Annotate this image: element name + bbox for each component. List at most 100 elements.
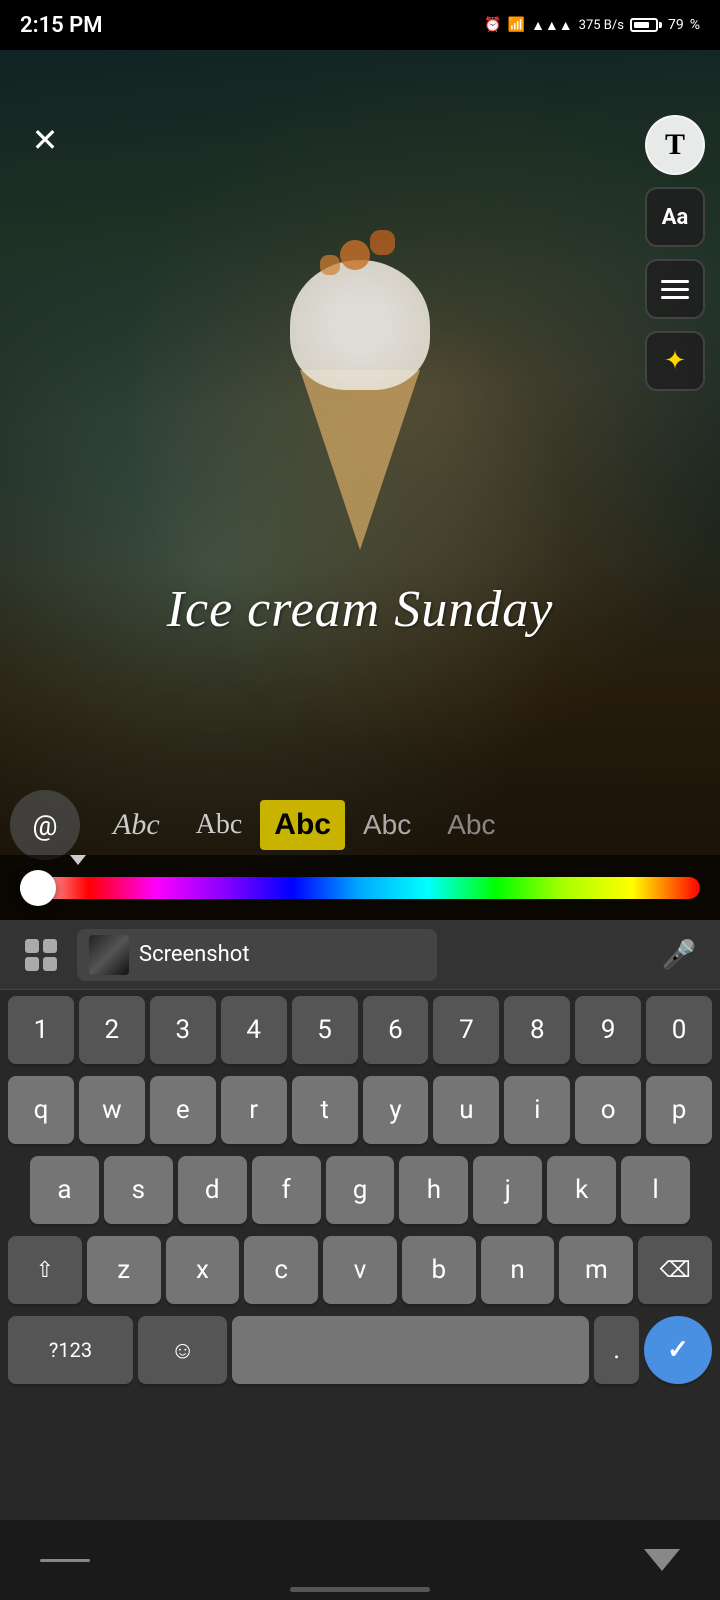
- key-2[interactable]: 2: [79, 996, 145, 1064]
- key-p[interactable]: p: [646, 1076, 712, 1144]
- key-t[interactable]: t: [292, 1076, 358, 1144]
- key-3[interactable]: 3: [150, 996, 216, 1064]
- key-0[interactable]: 0: [646, 996, 712, 1064]
- font-sans-label: Abc: [363, 809, 411, 841]
- mic-icon: 🎤: [662, 938, 697, 971]
- key-l[interactable]: l: [621, 1156, 690, 1224]
- ai-effects-button[interactable]: ✦: [645, 331, 705, 391]
- battery-text: 375 B/s: [579, 18, 624, 33]
- font-serif-label: Abc: [113, 808, 160, 842]
- key-z[interactable]: z: [87, 1236, 161, 1304]
- key-k[interactable]: k: [547, 1156, 616, 1224]
- backspace-key[interactable]: ⌫: [638, 1236, 712, 1304]
- nav-line[interactable]: [40, 1559, 90, 1562]
- font-cursive-label: Abc: [196, 809, 243, 841]
- key-d[interactable]: d: [178, 1156, 247, 1224]
- color-slider[interactable]: [20, 877, 700, 899]
- key-s[interactable]: s: [104, 1156, 173, 1224]
- suggestion-thumbnail: [89, 935, 129, 975]
- grid-icon: [25, 939, 57, 971]
- key-m[interactable]: m: [559, 1236, 633, 1304]
- editor-area: ✕ T Aa ✦ Ice cream Sunday @ Abc Abc: [0, 50, 720, 920]
- enter-icon: ✓: [667, 1335, 689, 1365]
- sparkle-icon: ✦: [664, 346, 686, 376]
- font-selector-indicator: [70, 855, 86, 865]
- key-u[interactable]: u: [433, 1076, 499, 1144]
- text-T-icon: T: [665, 128, 685, 162]
- font-option-cursive[interactable]: Abc: [178, 801, 261, 849]
- suggestion-preview[interactable]: Screenshot: [77, 929, 437, 981]
- align-icon: [661, 280, 689, 299]
- signal-icon: ▲▲▲: [531, 17, 573, 34]
- font-style-selector: @ Abc Abc Abc Abc Abc: [0, 790, 720, 860]
- battery-percent: 79: [668, 17, 684, 33]
- key-9[interactable]: 9: [575, 996, 641, 1064]
- font-option-serif[interactable]: Abc: [95, 800, 178, 850]
- backspace-icon: ⌫: [660, 1258, 691, 1283]
- keyboard-grid-button[interactable]: [15, 929, 67, 981]
- shift-key[interactable]: ⇧: [8, 1236, 82, 1304]
- slider-thumb[interactable]: [20, 870, 56, 906]
- period-key[interactable]: .: [594, 1316, 639, 1384]
- emoji-key[interactable]: ☺: [138, 1316, 227, 1384]
- suggestion-bar: Screenshot 🎤: [0, 920, 720, 990]
- key-f[interactable]: f: [252, 1156, 321, 1224]
- status-bar: 2:15 PM ⏰ 📶 ▲▲▲ 375 B/s 79 %: [0, 0, 720, 50]
- key-4[interactable]: 4: [221, 996, 287, 1064]
- font-option-sans[interactable]: Abc: [345, 801, 429, 849]
- key-x[interactable]: x: [166, 1236, 240, 1304]
- key-q[interactable]: q: [8, 1076, 74, 1144]
- key-n[interactable]: n: [481, 1236, 555, 1304]
- enter-key[interactable]: ✓: [644, 1316, 712, 1384]
- close-button[interactable]: ✕: [20, 115, 70, 165]
- num-switch-label: ?123: [49, 1338, 92, 1362]
- zxcv-row: ⇧ z x c v b n m ⌫: [0, 1230, 720, 1310]
- key-v[interactable]: v: [323, 1236, 397, 1304]
- microphone-button[interactable]: 🎤: [653, 929, 705, 981]
- home-indicator[interactable]: [290, 1587, 430, 1592]
- key-e[interactable]: e: [150, 1076, 216, 1144]
- key-r[interactable]: r: [221, 1076, 287, 1144]
- color-slider-container: [0, 855, 720, 920]
- font-at-button[interactable]: @: [10, 790, 80, 860]
- ice-cream-visual: [260, 200, 460, 550]
- alarm-icon: ⏰: [484, 17, 501, 33]
- period-label: .: [613, 1335, 620, 1365]
- key-g[interactable]: g: [326, 1156, 395, 1224]
- font-option-bold-yellow[interactable]: Abc: [260, 800, 345, 850]
- key-i[interactable]: i: [504, 1076, 570, 1144]
- key-6[interactable]: 6: [363, 996, 429, 1064]
- num-switch-key[interactable]: ?123: [8, 1316, 133, 1384]
- key-y[interactable]: y: [363, 1076, 429, 1144]
- overlay-text: Ice cream Sunday: [167, 581, 554, 638]
- nav-triangle[interactable]: [644, 1549, 680, 1571]
- align-button[interactable]: [645, 259, 705, 319]
- key-a[interactable]: a: [30, 1156, 99, 1224]
- key-w[interactable]: w: [79, 1076, 145, 1144]
- key-c[interactable]: c: [244, 1236, 318, 1304]
- bottom-row: ?123 ☺ . ✓: [0, 1310, 720, 1390]
- status-icons: ⏰ 📶 ▲▲▲ 375 B/s 79 %: [484, 17, 700, 34]
- emoji-icon: ☺: [170, 1336, 195, 1365]
- battery-pct-sign: %: [690, 17, 700, 33]
- text-style-button[interactable]: T: [645, 115, 705, 175]
- font-option-light[interactable]: Abc: [429, 801, 513, 849]
- shift-icon: ⇧: [36, 1258, 54, 1283]
- wifi-icon: 📶: [508, 17, 525, 33]
- key-8[interactable]: 8: [504, 996, 570, 1064]
- key-7[interactable]: 7: [433, 996, 499, 1064]
- space-key[interactable]: [232, 1316, 589, 1384]
- font-size-button[interactable]: Aa: [645, 187, 705, 247]
- qwerty-row: q w e r t y u i o p: [0, 1070, 720, 1150]
- right-toolbar: T Aa ✦: [645, 115, 705, 391]
- key-h[interactable]: h: [399, 1156, 468, 1224]
- key-b[interactable]: b: [402, 1236, 476, 1304]
- close-icon: ✕: [32, 124, 59, 156]
- key-j[interactable]: j: [473, 1156, 542, 1224]
- keyboard-area: Screenshot 🎤 1 2 3 4 5 6 7 8 9 0 q w e r…: [0, 920, 720, 1600]
- text-overlay[interactable]: Ice cream Sunday: [0, 580, 720, 639]
- key-1[interactable]: 1: [8, 996, 74, 1064]
- key-o[interactable]: o: [575, 1076, 641, 1144]
- font-light-label: Abc: [447, 809, 495, 841]
- key-5[interactable]: 5: [292, 996, 358, 1064]
